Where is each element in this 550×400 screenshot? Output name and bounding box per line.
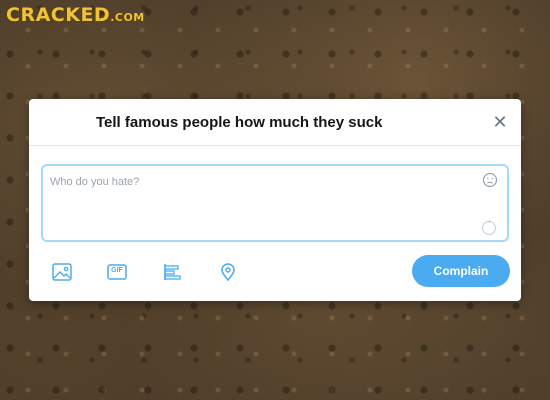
dialog-title: Tell famous people how much they suck [96,114,383,131]
close-button[interactable]: ✕ [489,111,511,133]
compose-box[interactable] [41,164,509,242]
location-icon[interactable] [217,262,239,282]
character-counter-icon [481,220,497,236]
logo-text: CRACKED [6,4,111,26]
poll-icon[interactable] [161,262,183,282]
image-icon[interactable] [51,262,73,282]
compose-input[interactable] [50,173,470,191]
logo-suffix: .COM [110,11,145,24]
complain-button[interactable]: Complain [412,255,510,287]
sad-face-icon[interactable] [482,172,498,188]
close-icon: ✕ [492,112,508,132]
compose-dialog: Tell famous people how much they suck ✕ … [29,99,521,301]
dialog-header: Tell famous people how much they suck ✕ [29,99,521,146]
gif-button[interactable]: GIF [106,262,128,282]
cracked-logo[interactable]: CRACKED.COM [6,4,145,26]
gif-label: GIF [111,267,123,274]
